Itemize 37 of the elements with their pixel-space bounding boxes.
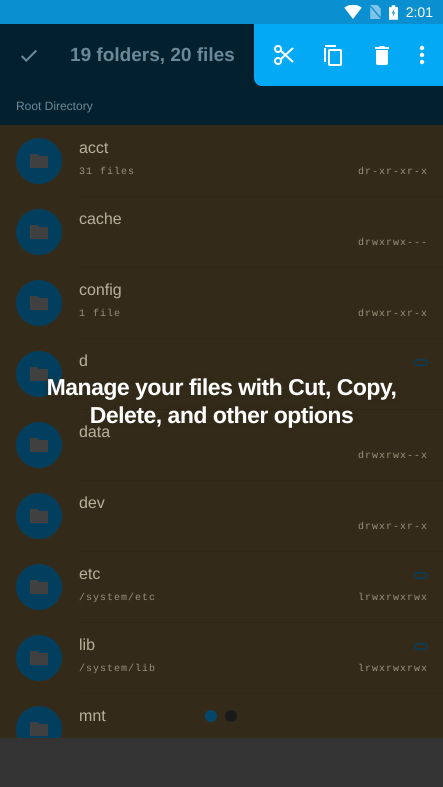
file-name: config xyxy=(79,282,122,300)
folder-icon xyxy=(16,208,62,254)
folder-icon xyxy=(16,138,62,184)
more-icon[interactable] xyxy=(418,43,425,67)
no-sim-icon xyxy=(370,5,381,19)
battery-charging-icon xyxy=(388,4,398,20)
file-permissions: lrwxrwxrwx xyxy=(358,592,428,604)
file-name: d xyxy=(79,353,88,371)
file-name: lib xyxy=(79,637,96,655)
file-name: etc xyxy=(79,566,100,584)
folder-icon xyxy=(16,492,62,538)
clock: 2:01 xyxy=(406,4,433,20)
file-permissions: drwxrwx--x xyxy=(358,450,428,462)
file-name: acct xyxy=(79,140,108,158)
file-info: 1 file xyxy=(79,308,122,320)
file-permissions: lrwxrwxrwx xyxy=(358,664,428,674)
file-permissions: dr-xr-xr-x xyxy=(358,166,428,178)
pager-dot[interactable] xyxy=(225,710,237,722)
pager-dot[interactable] xyxy=(205,710,217,722)
folder-icon xyxy=(16,564,62,610)
file-name: dev xyxy=(79,495,105,513)
breadcrumb[interactable]: Root Directory xyxy=(16,99,93,113)
file-permissions: drwxr-xr-x xyxy=(358,522,428,532)
folder-icon xyxy=(16,280,62,326)
file-permissions: drwxrwx--- xyxy=(358,238,428,248)
file-name: mnt xyxy=(79,708,106,726)
file-info: /system/etc xyxy=(79,592,156,604)
folder-icon xyxy=(16,422,62,468)
scissors-icon[interactable] xyxy=(272,43,296,67)
file-permissions: drwxr-xr-x xyxy=(358,308,428,320)
folder-icon xyxy=(16,634,62,680)
file-info: /system/lib xyxy=(79,664,156,674)
wifi-icon xyxy=(344,5,362,19)
file-name: cache xyxy=(79,211,122,229)
file-name: data xyxy=(79,424,110,442)
toolbar-title: 19 folders, 20 files xyxy=(70,44,235,66)
file-info: 31 files xyxy=(79,166,136,178)
